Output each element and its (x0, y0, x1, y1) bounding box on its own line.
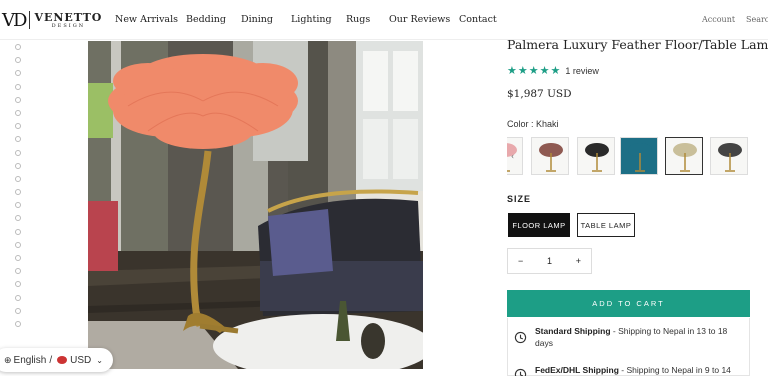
shipping-info: Standard Shipping - Shipping to Nepal in… (507, 318, 750, 376)
thumbnail-dots (15, 44, 23, 334)
nav-lighting[interactable]: Lighting (291, 14, 332, 25)
lang-separator: / (49, 354, 53, 366)
thumbnail-dot[interactable] (15, 162, 21, 169)
express-shipping-title: FedEx/DHL Shipping (535, 365, 619, 375)
size-floor-lamp-button[interactable]: FLOOR LAMP (508, 213, 570, 237)
express-shipping-text: - Shipping to Nepal in 9 to 14 (618, 365, 731, 375)
logo-name: VENETTO (34, 10, 103, 24)
swatch-prev-arrow[interactable]: ‹ (511, 152, 514, 161)
rating[interactable]: ★★★★★ 1 review (507, 64, 599, 77)
product-image[interactable] (88, 41, 423, 369)
thumbnail-dot[interactable] (15, 307, 21, 314)
thumbnail-dot[interactable] (15, 149, 21, 156)
thumbnail-dot[interactable] (15, 175, 21, 182)
language-label: English (13, 354, 47, 366)
swatch-mauve[interactable] (531, 137, 569, 175)
swatch-charcoal[interactable] (710, 137, 748, 175)
thumbnail-dot[interactable] (15, 294, 21, 301)
thumbnail-dot[interactable] (15, 255, 21, 261)
size-label: SIZE (507, 194, 532, 204)
nav-dining[interactable]: Dining (241, 14, 273, 25)
nav-contact[interactable]: Contact (459, 14, 497, 25)
thumbnail-dot[interactable] (15, 241, 21, 248)
lamp-scene-illustration (88, 41, 423, 369)
size-table-lamp-button[interactable]: TABLE LAMP (577, 213, 635, 237)
thumbnail-dot[interactable] (15, 189, 21, 196)
swatch-khaki[interactable] (665, 137, 703, 175)
qty-minus-button[interactable]: − (518, 256, 523, 266)
logo-divider (29, 11, 31, 29)
swatch-teal[interactable] (620, 137, 658, 175)
thumbnail-dot[interactable] (15, 96, 21, 103)
thumbnail-dot[interactable] (15, 320, 21, 327)
thumbnail-dot[interactable] (15, 109, 21, 116)
qty-plus-button[interactable]: + (576, 256, 581, 266)
search-link[interactable]: Search (746, 15, 768, 24)
account-link[interactable]: Account (702, 15, 735, 24)
product-price: $1,987 USD (507, 88, 572, 100)
thumbnail-dot[interactable] (15, 268, 21, 275)
color-label: Color : Khaki (507, 119, 559, 129)
thumbnail-dot[interactable] (15, 228, 21, 235)
site-header: VD VENETTO DESIGN New Arrivals Bedding D… (0, 0, 768, 40)
review-count[interactable]: 1 review (565, 66, 599, 76)
color-swatches: ‹ (507, 136, 768, 178)
swatch-pink[interactable] (507, 137, 523, 175)
nav-rugs[interactable]: Rugs (346, 14, 370, 25)
thumbnail-dot[interactable] (15, 83, 21, 90)
product-title: Palmera Luxury Feather Floor/Table Lamp (507, 37, 768, 52)
quantity-stepper: − 1 + (507, 248, 592, 274)
add-to-cart-button[interactable]: ADD TO CART (507, 290, 750, 317)
thumbnail-dot[interactable] (15, 123, 21, 130)
standard-shipping-title: Standard Shipping (535, 326, 611, 336)
clock-icon (514, 368, 527, 376)
swatch-black[interactable] (577, 137, 615, 175)
thumbnail-dot[interactable] (15, 136, 21, 143)
nav-our-reviews[interactable]: Our Reviews (389, 14, 450, 25)
nav-new-arrivals[interactable]: New Arrivals (115, 14, 178, 25)
thumbnail-dot[interactable] (15, 44, 21, 50)
standard-shipping: Standard Shipping - Shipping to Nepal in… (535, 325, 740, 349)
thumbnail-dot[interactable] (15, 215, 21, 222)
currency-label: USD (70, 354, 92, 366)
thumbnail-dot[interactable] (15, 202, 21, 209)
chevron-down-icon: ⌄ (96, 355, 103, 365)
logo-sub: DESIGN (51, 22, 86, 29)
globe-icon: ⊕ (4, 354, 12, 365)
logo-mark: VD (2, 9, 27, 31)
clock-icon (514, 331, 527, 344)
rating-stars: ★★★★★ (507, 64, 562, 77)
qty-value[interactable]: 1 (547, 256, 552, 266)
express-shipping: FedEx/DHL Shipping - Shipping to Nepal i… (535, 364, 740, 376)
thumbnail-dot[interactable] (15, 281, 21, 288)
thumbnail-dot[interactable] (15, 70, 21, 77)
nav-bedding[interactable]: Bedding (186, 14, 226, 25)
thumbnail-dot[interactable] (15, 57, 21, 64)
site-logo[interactable]: VD VENETTO DESIGN (2, 9, 102, 31)
us-flag-icon (57, 356, 68, 364)
language-currency-selector[interactable]: ⊕ English / USD ⌄ (0, 348, 113, 372)
